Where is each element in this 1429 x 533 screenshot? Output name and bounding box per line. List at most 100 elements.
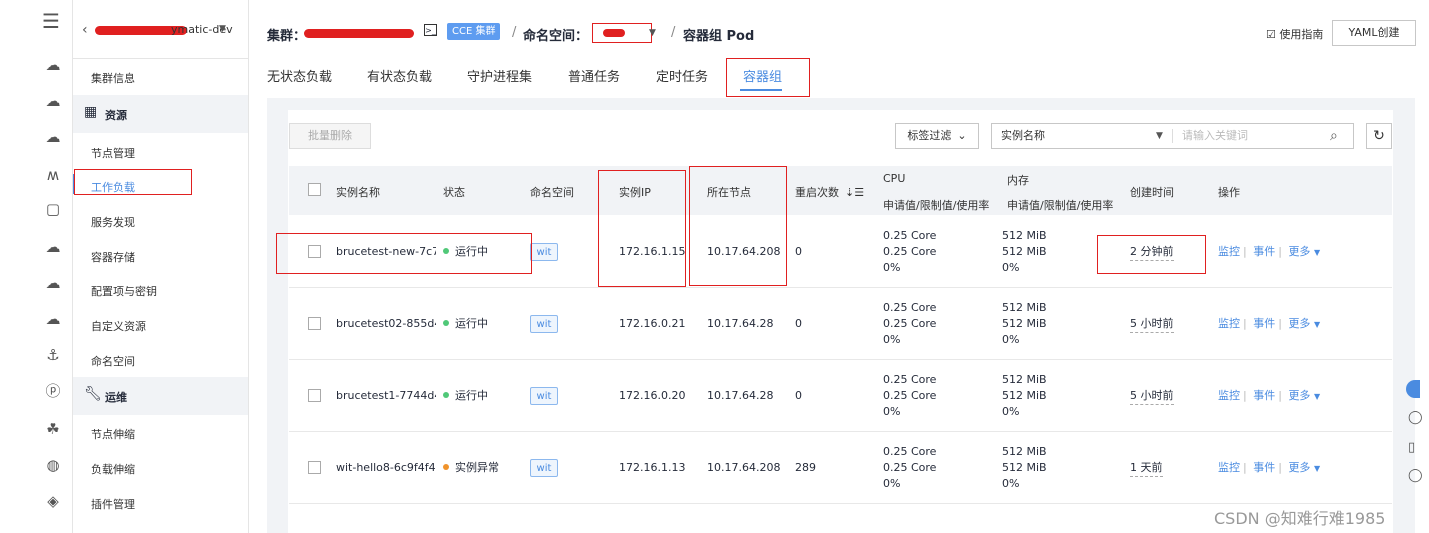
yaml-create-button[interactable]: YAML创建 xyxy=(1332,20,1416,46)
mem-usage: 0% xyxy=(1002,405,1020,418)
caret-down-icon: ▼ xyxy=(1313,320,1321,329)
sidebar-group-resources[interactable]: ▦ 资源 xyxy=(73,95,248,133)
mem-limit: 512 MiB xyxy=(1002,317,1047,330)
globe-icon[interactable]: ◍ xyxy=(44,456,62,474)
created-time: 1 天前 xyxy=(1130,460,1163,477)
more-menu[interactable]: 更多 ▼ xyxy=(1288,389,1320,402)
cloud-service-icon[interactable]: ☁ xyxy=(44,310,62,328)
sidebar-group-ops[interactable]: 🔧︎ 运维 xyxy=(73,377,248,415)
row-actions: 监控 | 事件 | 更多 ▼ xyxy=(1218,245,1321,258)
cpu-usage: 0% xyxy=(883,333,901,346)
cpu-request: 0.25 Core xyxy=(883,445,937,458)
icon-rail: ☰ ☁ ☁ ☁ ʍ ▢ ☁ ☁ ☁ ⚓ ⓟ ☘ ◍ ◈ xyxy=(0,0,73,533)
cluster-icon[interactable]: ☘ xyxy=(44,420,62,438)
tab-statefulsets[interactable]: 有状态负载 xyxy=(367,66,432,85)
sidebar-item-service-discovery[interactable]: 服务发现 xyxy=(91,214,135,230)
pod-ip: 172.16.0.21 xyxy=(619,317,686,330)
row-checkbox[interactable] xyxy=(308,389,321,402)
cpu-request: 0.25 Core xyxy=(883,373,937,386)
pod-node: 10.17.64.28 xyxy=(707,389,774,402)
pod-name-link[interactable]: brucetest1-7744d4d xyxy=(336,388,436,404)
float-doc-icon[interactable]: ▯ xyxy=(1408,440,1415,455)
mem-usage: 0% xyxy=(1002,333,1020,346)
sidebar-item-storage[interactable]: 容器存储 xyxy=(91,249,135,265)
wave-icon[interactable]: ʍ xyxy=(44,166,62,184)
guide-link[interactable]: ☑ 使用指南 xyxy=(1266,26,1323,42)
events-link[interactable]: 事件 xyxy=(1253,389,1275,402)
cloud-upload-icon[interactable]: ☁ xyxy=(44,92,62,110)
monitor-link[interactable]: 监控 xyxy=(1218,461,1240,474)
sidebar-item-cluster-info[interactable]: 集群信息 xyxy=(91,70,135,86)
monitor-link[interactable]: 监控 xyxy=(1218,389,1240,402)
row-checkbox[interactable] xyxy=(308,461,321,474)
more-menu[interactable]: 更多 ▼ xyxy=(1288,245,1320,258)
cpu-limit: 0.25 Core xyxy=(883,389,937,402)
namespace-caret-icon[interactable]: ▼ xyxy=(649,28,656,38)
sidebar-item-node-scaling[interactable]: 节点伸缩 xyxy=(91,426,135,442)
search-input[interactable]: 请输入关键词 xyxy=(1182,124,1248,148)
tab-deployments[interactable]: 无状态负载 xyxy=(267,66,332,85)
terminal-icon[interactable]: >_ xyxy=(424,24,437,36)
cpu-limit: 0.25 Core xyxy=(883,245,937,258)
bulk-delete-button[interactable]: 批量删除 xyxy=(289,123,371,149)
label-filter-button[interactable]: 标签过滤 ⌄ xyxy=(895,123,979,149)
header-restarts[interactable]: 重启次数 ⇣☰ xyxy=(795,184,864,200)
highlight-created-time xyxy=(1097,235,1206,274)
cpu-usage: 0% xyxy=(883,477,901,490)
more-menu[interactable]: 更多 ▼ xyxy=(1288,317,1320,330)
cpu-limit: 0.25 Core xyxy=(883,317,937,330)
events-link[interactable]: 事件 xyxy=(1253,245,1275,258)
mem-usage: 0% xyxy=(1002,477,1020,490)
sidebar-item-workload-scaling[interactable]: 负载伸缩 xyxy=(91,461,135,477)
cloud-node-icon[interactable]: ☁ xyxy=(44,274,62,292)
mem-limit: 512 MiB xyxy=(1002,461,1047,474)
cloud-outline-icon[interactable]: ☁ xyxy=(44,238,62,256)
cpu-limit: 0.25 Core xyxy=(883,461,937,474)
cloud-icon[interactable]: ☁ xyxy=(44,56,62,74)
sidebar-item-nodes[interactable]: 节点管理 xyxy=(91,145,135,161)
float-info-icon[interactable]: ◯ xyxy=(1408,468,1423,483)
document-icon[interactable]: ▢ xyxy=(44,200,62,218)
more-menu[interactable]: 更多 ▼ xyxy=(1288,461,1320,474)
mem-request: 512 MiB xyxy=(1002,301,1047,314)
events-link[interactable]: 事件 xyxy=(1253,317,1275,330)
float-help-icon[interactable] xyxy=(1406,380,1420,398)
tab-jobs[interactable]: 普通任务 xyxy=(568,66,620,85)
cloud-stack-icon[interactable]: ☁ xyxy=(44,128,62,146)
search-icon[interactable]: ⌕ xyxy=(1330,124,1338,148)
target-icon[interactable]: ◈ xyxy=(44,492,62,510)
pod-name-link[interactable]: wit-hello8-6c9f4f455 xyxy=(336,460,436,476)
search-field-select[interactable]: 实例名称 xyxy=(1001,124,1045,148)
created-time: 5 小时前 xyxy=(1130,316,1174,333)
row-actions: 监控 | 事件 | 更多 ▼ xyxy=(1218,389,1321,402)
refresh-icon[interactable]: ↻ xyxy=(1366,123,1392,149)
sidebar-item-addons[interactable]: 插件管理 xyxy=(91,496,135,512)
mem-usage: 0% xyxy=(1002,261,1020,274)
sidebar-item-config-secret[interactable]: 配置项与密钥 xyxy=(91,283,157,299)
caret-down-icon: ▼ xyxy=(1313,392,1321,401)
cpu-usage: 0% xyxy=(883,261,901,274)
tab-daemonsets[interactable]: 守护进程集 xyxy=(467,66,532,85)
header-mem-sub: 申请值/限制值/使用率 xyxy=(1007,199,1114,212)
monitor-link[interactable]: 监控 xyxy=(1218,245,1240,258)
sidebar-item-namespaces[interactable]: 命名空间 xyxy=(91,353,135,369)
caret-down-icon: ▼ xyxy=(1313,464,1321,473)
search-field-caret-icon[interactable]: ▼ xyxy=(1156,124,1163,148)
p-circle-icon[interactable]: ⓟ xyxy=(44,382,62,400)
events-link[interactable]: 事件 xyxy=(1253,461,1275,474)
menu-icon[interactable]: ☰ xyxy=(42,11,60,31)
chevron-down-icon: ⌄ xyxy=(957,129,967,142)
sidebar-item-custom-resources[interactable]: 自定义资源 xyxy=(91,318,146,334)
float-chat-icon[interactable]: ◯ xyxy=(1408,410,1423,425)
anchor-icon[interactable]: ⚓ xyxy=(44,346,62,364)
back-icon[interactable]: ‹ xyxy=(82,22,88,38)
select-all-checkbox[interactable] xyxy=(308,183,321,196)
pod-name-link[interactable]: brucetest02-855d47 xyxy=(336,316,436,332)
highlight-node-column xyxy=(689,166,787,286)
cluster-switch-caret-icon[interactable]: ▼ xyxy=(219,24,226,34)
monitor-link[interactable]: 监控 xyxy=(1218,317,1240,330)
namespace-badge: wit xyxy=(530,387,558,405)
namespace-select[interactable] xyxy=(592,23,652,43)
row-checkbox[interactable] xyxy=(308,317,321,330)
tab-cronjobs[interactable]: 定时任务 xyxy=(656,66,708,85)
